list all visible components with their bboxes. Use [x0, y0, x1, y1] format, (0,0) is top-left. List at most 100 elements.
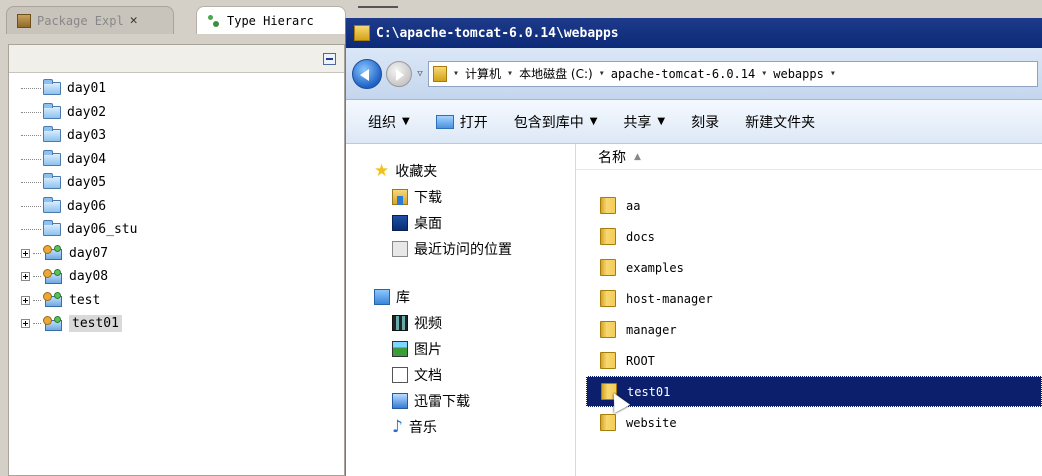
burn-label: 刻录 [691, 114, 720, 131]
organize-button[interactable]: 组织 ▼ [368, 112, 410, 132]
nav-item-music[interactable]: ♪ 音乐 [346, 414, 575, 440]
tree-item-day03[interactable]: day03 [9, 124, 344, 148]
chevron-down-icon: ▼ [589, 116, 598, 127]
explorer-content: ★ 收藏夹 下载 桌面 最近访问的位置 库 视频 图片 文档 迅雷下载 ♪ 音乐… [346, 144, 1042, 476]
share-button[interactable]: 共享 ▼ [623, 112, 665, 132]
tree-item-label: day08 [69, 269, 109, 285]
tree-item-day02[interactable]: day02 [9, 101, 344, 125]
nav-item-documents[interactable]: 文档 [346, 362, 575, 388]
nav-item-downloads[interactable]: 下载 [346, 184, 575, 210]
breadcrumb-local-disk[interactable]: 本地磁盘 (C:) [519, 65, 593, 82]
nav-item-label: 音乐 [408, 420, 437, 436]
burn-button[interactable]: 刻录 [691, 112, 719, 132]
folder-icon [43, 196, 61, 213]
back-button[interactable] [352, 58, 382, 89]
tree-item-day05[interactable]: day05 [9, 171, 344, 195]
folder-icon [600, 197, 616, 214]
tree-item-day07[interactable]: day07 [9, 242, 344, 266]
tree-item-label: test [69, 292, 101, 308]
include-in-library-button[interactable]: 包含到库中 ▼ [514, 112, 598, 132]
address-field[interactable]: ▾ 计算机 ▾ 本地磁盘 (C:) ▾ apache-tomcat-6.0.14… [428, 60, 1038, 87]
breadcrumb-tomcat[interactable]: apache-tomcat-6.0.14 [611, 67, 756, 81]
file-list: aa docs examples host-manager manager RO… [576, 170, 1042, 438]
nav-favorites[interactable]: ★ 收藏夹 [346, 158, 575, 184]
recent-places-icon [392, 241, 408, 257]
expand-icon[interactable] [21, 272, 30, 282]
file-item-root[interactable]: ROOT [586, 345, 1042, 376]
breadcrumb-webapps[interactable]: webapps [773, 67, 824, 81]
eclipse-package-explorer: Package Expl ✕ Type Hierarc day01 day02 … [0, 0, 1042, 476]
file-item-test01[interactable]: test01 [586, 376, 1042, 407]
nav-item-pictures[interactable]: 图片 [346, 336, 575, 362]
chevron-down-icon[interactable]: ▾ [453, 68, 459, 79]
file-item-aa[interactable]: aa [586, 190, 1042, 221]
expand-icon[interactable] [21, 319, 30, 329]
nav-libraries[interactable]: 库 [346, 284, 575, 310]
tab-type-hierarchy-label: Type Hierarc [227, 13, 314, 28]
xunlei-download-icon [392, 393, 408, 409]
folder-icon [43, 173, 61, 190]
expand-icon[interactable] [21, 295, 30, 305]
tree-item-day01[interactable]: day01 [9, 77, 344, 101]
tab-type-hierarchy[interactable]: Type Hierarc [196, 6, 346, 34]
folder-icon [433, 65, 447, 82]
new-folder-button[interactable]: 新建文件夹 [745, 112, 815, 132]
file-item-label: docs [626, 229, 655, 244]
chevron-down-icon[interactable]: ▾ [761, 68, 767, 79]
organize-label: 组织 [368, 114, 396, 131]
nav-item-desktop[interactable]: 桌面 [346, 210, 575, 236]
sort-ascending-icon: ▲ [634, 151, 641, 162]
tree-item-label: day03 [67, 128, 107, 144]
chevron-down-icon[interactable]: ▾ [507, 68, 513, 79]
open-button[interactable]: 打开 [435, 112, 488, 132]
nav-item-xunlei-downloads[interactable]: 迅雷下载 [346, 388, 575, 414]
type-hierarchy-icon [207, 14, 221, 28]
tree-item-label: day02 [67, 104, 107, 120]
folder-icon [600, 290, 616, 307]
tree-item-day06[interactable]: day06 [9, 195, 344, 219]
tree-item-test01[interactable]: test01 [9, 312, 344, 336]
file-item-label: website [626, 415, 677, 430]
star-icon: ★ [374, 161, 390, 181]
nav-item-label: 桌面 [414, 216, 442, 232]
desktop-icon [392, 215, 408, 231]
file-item-label: examples [626, 260, 684, 275]
breadcrumb-computer[interactable]: 计算机 [465, 65, 501, 82]
file-item-label: test01 [627, 384, 671, 399]
file-item-host-manager[interactable]: host-manager [586, 283, 1042, 314]
file-item-label: manager [626, 322, 677, 337]
forward-button[interactable] [386, 60, 412, 87]
file-item-docs[interactable]: docs [586, 221, 1042, 252]
file-item-manager[interactable]: manager [586, 314, 1042, 345]
tree-item-day08[interactable]: day08 [9, 265, 344, 289]
nav-item-recent-places[interactable]: 最近访问的位置 [346, 236, 575, 262]
nav-item-label: 文档 [414, 368, 442, 384]
folder-icon [43, 149, 61, 166]
file-item-examples[interactable]: examples [586, 252, 1042, 283]
column-header-label: 名称 [598, 149, 626, 166]
window-title-bar[interactable]: C:\apache-tomcat-6.0.14\webapps [346, 18, 1042, 48]
tree-item-day06-stu[interactable]: day06_stu [9, 218, 344, 242]
tab-package-explorer[interactable]: Package Expl ✕ [6, 6, 174, 34]
open-label: 打开 [459, 114, 488, 131]
nav-item-label: 图片 [414, 342, 442, 358]
tree-item-label: day07 [69, 245, 109, 261]
nav-item-videos[interactable]: 视频 [346, 310, 575, 336]
tree-item-day04[interactable]: day04 [9, 148, 344, 172]
chevron-down-icon[interactable]: ▾ [830, 68, 836, 79]
file-item-website[interactable]: website [586, 407, 1042, 438]
folder-icon [43, 79, 61, 96]
nav-libraries-label: 库 [396, 290, 410, 306]
collapse-all-icon[interactable] [323, 53, 336, 65]
close-tab-icon[interactable]: ✕ [130, 13, 138, 28]
new-folder-label: 新建文件夹 [745, 114, 816, 131]
command-bar: 组织 ▼ 打开 包含到库中 ▼ 共享 ▼ 刻录 新建文件夹 [346, 100, 1042, 144]
recent-pages-dropdown-icon[interactable]: ▽ [416, 69, 424, 79]
tree-item-label: day04 [67, 151, 107, 167]
web-project-icon [43, 315, 63, 332]
expand-icon[interactable] [21, 248, 30, 258]
column-header-name[interactable]: 名称 ▲ [576, 144, 1042, 170]
tree-item-test[interactable]: test [9, 289, 344, 313]
chevron-down-icon[interactable]: ▾ [599, 68, 605, 79]
tree-item-label: day05 [67, 175, 107, 191]
